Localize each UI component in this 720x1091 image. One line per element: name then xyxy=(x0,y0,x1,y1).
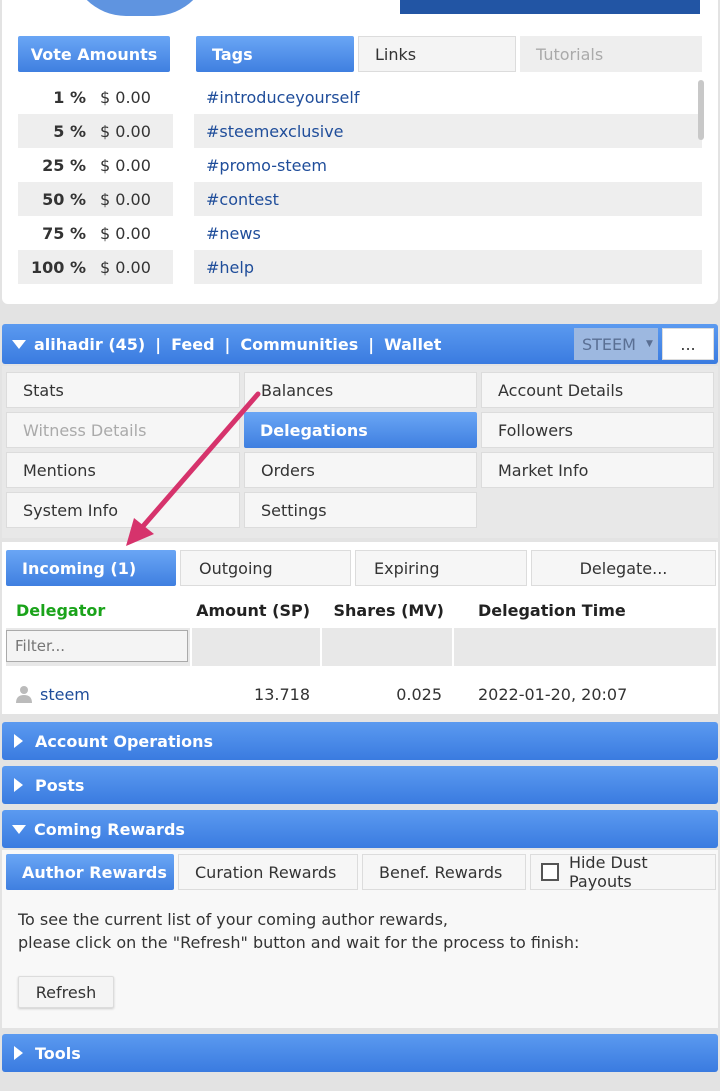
annotation-arrow xyxy=(126,391,261,546)
